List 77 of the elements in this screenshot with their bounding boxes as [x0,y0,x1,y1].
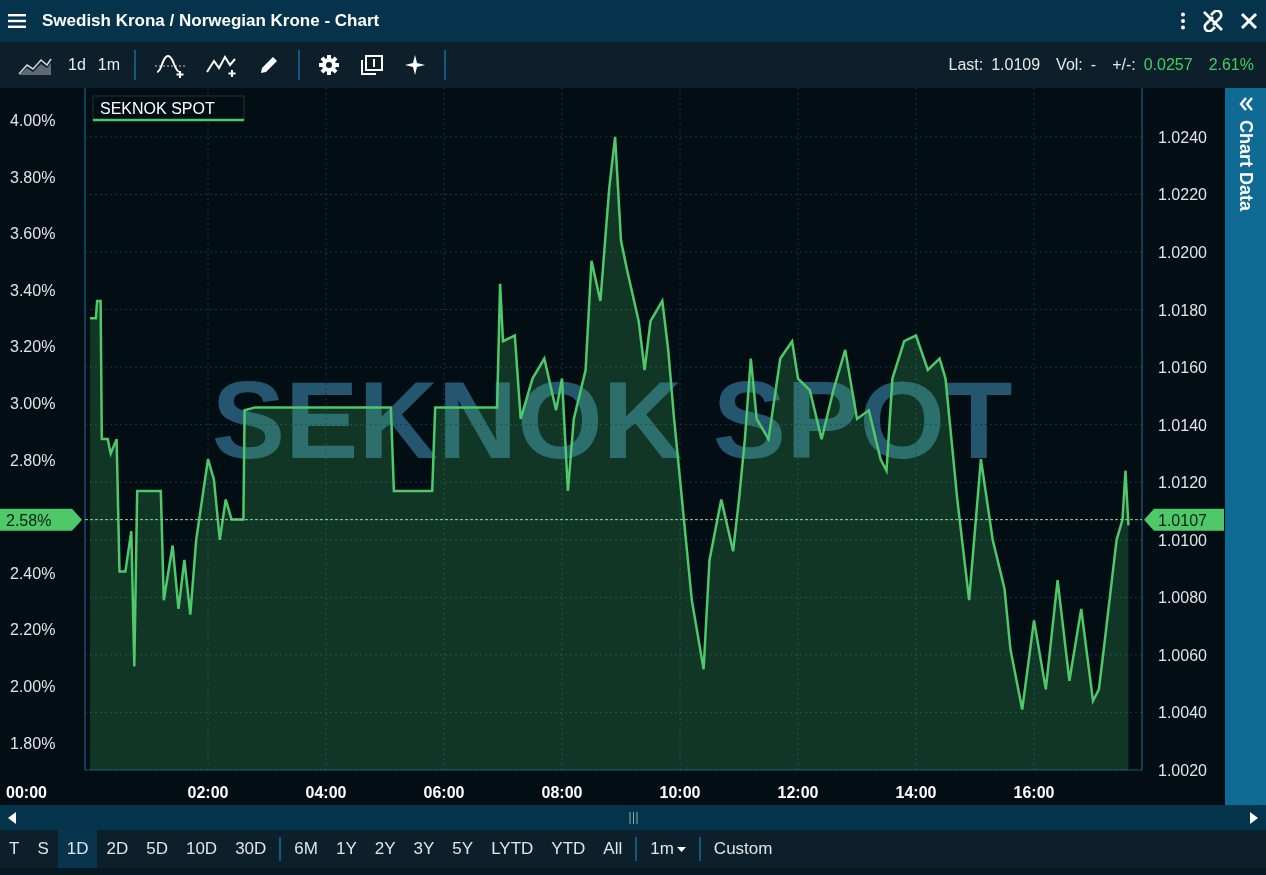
time-axis-label: 06:00 [423,784,465,801]
percent-axis-label: 2.40% [10,564,56,582]
price-axis-label: 1.0060 [1158,646,1207,664]
scroll-grip-icon[interactable] [628,811,638,824]
stat-label: Last: [948,55,984,75]
stat-value: 1.0109 [991,55,1041,75]
percent-axis-label: 3.40% [10,281,56,299]
percent-axis-label: 3.20% [10,338,56,356]
range-button[interactable]: 5D [137,830,177,868]
percent-axis-label: 4.00% [10,112,56,129]
ref-line-label: 1.0107 [1158,511,1208,529]
range-button[interactable]: 6M [285,830,327,868]
time-axis-label: 16:00 [1013,784,1055,801]
range-button[interactable]: All [594,830,632,868]
price-axis-label: 1.0040 [1158,704,1207,722]
time-axis-label: 04:00 [305,784,347,801]
range-button[interactable]: 30D [226,830,276,868]
price-axis-label: 1.0240 [1158,128,1207,146]
range-button[interactable]: 1Y [326,830,366,868]
price-axis-label: 1.0160 [1158,359,1207,377]
window-title: Swedish Krona / Norwegian Krone - Chart [42,10,381,33]
price-axis-label: 1.0120 [1158,474,1207,492]
range-button[interactable]: 1D [57,830,98,868]
percent-tag: 2.58% [0,508,82,531]
kebab-menu-icon[interactable] [1180,12,1186,30]
unlink-icon[interactable] [1202,10,1224,32]
stat-value: - [1090,55,1097,75]
range-button[interactable]: 3Y [404,830,444,868]
percent-axis-label: 3.00% [10,395,56,412]
stat-value: 0.0257 [1143,55,1193,75]
price-axis-label: 1.0020 [1158,762,1207,779]
price-tag: 1.0107 [1144,508,1224,531]
interval-dropdown[interactable]: 1m [641,830,695,868]
range-button[interactable]: 5Y [443,830,483,868]
settings-icon [318,54,341,76]
price-axis-label: 1.0100 [1158,531,1207,549]
stat-label: +/-: [1112,55,1136,75]
menu-icon[interactable] [8,14,26,28]
range-button[interactable]: T [0,830,29,868]
percent-axis-label: 1.80% [10,734,56,752]
percent-axis-label: 3.80% [10,168,56,186]
price-axis-label: 1.0200 [1158,244,1207,262]
time-axis-label: 12:00 [777,784,819,801]
price-axis-label: 1.0080 [1158,589,1207,607]
window-icon [360,54,385,76]
interval-button[interactable]: 1d [62,53,92,77]
range-button[interactable]: 10D [176,830,227,868]
range-button[interactable]: S [28,830,58,868]
interval-button[interactable]: 1m [91,53,127,77]
range-button[interactable]: 2D [97,830,138,868]
caret-icon [676,846,686,852]
wave-plus-icon [154,52,187,78]
stat-value: 2.61% [1208,55,1254,75]
range-button[interactable]: Custom [704,830,782,868]
range-button[interactable]: LYTD [482,830,543,868]
stat-label: Vol: [1056,55,1083,75]
series-legend: SEKNOK SPOT [92,95,245,122]
percent-axis-label: 3.60% [10,225,56,243]
horizontal-scrollbar[interactable] [0,805,1266,830]
percent-axis-label: 2.80% [10,451,56,469]
price-axis-label: 1.0220 [1158,186,1207,204]
percent-axis-label: 2.20% [10,621,56,639]
chart-data-tab[interactable]: Chart Data [1225,88,1266,805]
scroll-left-icon[interactable] [8,811,16,824]
time-axis-label: 02:00 [187,784,229,801]
double-chevron-icon [1237,96,1254,112]
price-axis-label: 1.0140 [1158,416,1207,434]
price-axis-label: 1.0180 [1158,301,1207,319]
range-button[interactable]: 2Y [365,830,405,868]
range-button[interactable]: YTD [542,830,595,868]
time-axis-label: 14:00 [895,784,937,801]
close-icon[interactable] [1240,12,1258,30]
scroll-right-icon[interactable] [1250,811,1258,824]
time-axis-label: 00:00 [6,784,47,801]
percent-axis-label: 2.00% [10,678,56,695]
time-axis-label: 10:00 [659,784,701,801]
time-axis-label: 08:00 [541,784,583,801]
